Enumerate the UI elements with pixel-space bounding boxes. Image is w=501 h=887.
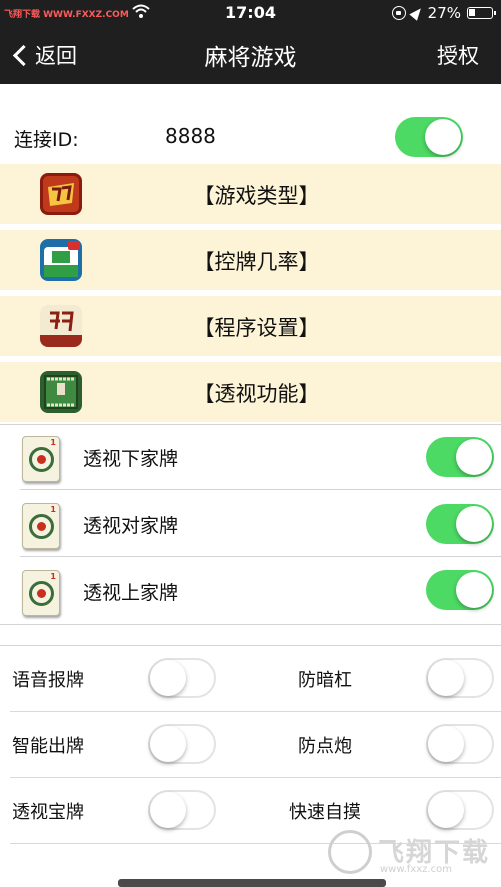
see-through-label: 透视下家牌 (83, 448, 179, 470)
connect-id-label: 连接ID: (14, 129, 79, 151)
see-through-treasure-toggle[interactable] (148, 790, 216, 830)
option-label: 语音报牌 (12, 670, 84, 691)
rotation-lock-icon (391, 6, 406, 20)
toggle-knob (150, 660, 186, 696)
menu-item-game-type[interactable]: 【游戏类型】 (0, 164, 501, 224)
mahjong-tile-icon: 1 (22, 503, 60, 549)
toggle-knob (456, 439, 492, 475)
toggle-knob (428, 726, 464, 762)
menu-item-see-through[interactable]: 【透视功能】 (0, 362, 501, 422)
option-label: 快速自摸 (289, 802, 361, 823)
status-bar: 飞翔下载 WWW.FXXZ.COM 17:04 27% (0, 0, 501, 26)
toggle-knob (456, 572, 492, 608)
toggle-knob (425, 119, 461, 155)
mahjong-tile-icon: 1 (22, 570, 60, 616)
toggle-knob (456, 506, 492, 542)
toggle-knob (150, 726, 186, 762)
toggle-knob (428, 792, 464, 828)
mahjong-tile-icon: 1 (22, 436, 60, 482)
battery-icon (467, 7, 496, 19)
connect-toggle[interactable] (395, 117, 463, 157)
divider (0, 624, 501, 625)
menu-item-control-odds[interactable]: 【控牌几率】 (0, 230, 501, 290)
anti-concealed-kong-toggle[interactable] (426, 658, 494, 698)
option-label: 透视宝牌 (12, 802, 84, 823)
tile-number: 1 (50, 438, 56, 447)
option-label: 防点炮 (298, 736, 352, 757)
toggle-knob (428, 660, 464, 696)
watermark-logo: 飞翔下载 www.fxxz.com (328, 828, 493, 878)
quick-self-draw-toggle[interactable] (426, 790, 494, 830)
menu-label: 【透视功能】 (193, 382, 320, 406)
smart-discard-toggle[interactable] (148, 724, 216, 764)
see-through-next-toggle[interactable] (426, 437, 494, 477)
see-through-label: 透视对家牌 (83, 515, 179, 537)
watermark-url: www.fxxz.com (380, 864, 452, 875)
voice-announce-toggle[interactable] (148, 658, 216, 698)
watermark-circle-icon (328, 830, 372, 874)
page-title: 麻将游戏 (204, 45, 297, 71)
menu-item-program-settings[interactable]: 【程序设置】 (0, 296, 501, 356)
menu-label: 【程序设置】 (193, 316, 320, 340)
navigation-bar: 返回 麻将游戏 授权 (0, 26, 501, 84)
option-label: 智能出牌 (12, 736, 84, 757)
tile-number: 1 (50, 505, 56, 514)
see-through-label: 透视上家牌 (83, 582, 179, 604)
see-through-opposite-toggle[interactable] (426, 504, 494, 544)
connect-id-value: 8888 (165, 124, 216, 148)
location-arrow-icon (408, 5, 425, 21)
battery-percent: 27% (427, 4, 461, 22)
home-indicator[interactable] (118, 879, 386, 887)
authorize-button[interactable]: 授权 (437, 40, 479, 70)
toggle-knob (150, 792, 186, 828)
see-through-previous-toggle[interactable] (426, 570, 494, 610)
menu-label: 【游戏类型】 (193, 184, 320, 208)
menu-label: 【控牌几率】 (193, 250, 320, 274)
tile-number: 1 (50, 572, 56, 581)
anti-deal-in-toggle[interactable] (426, 724, 494, 764)
option-label: 防暗杠 (298, 670, 352, 691)
